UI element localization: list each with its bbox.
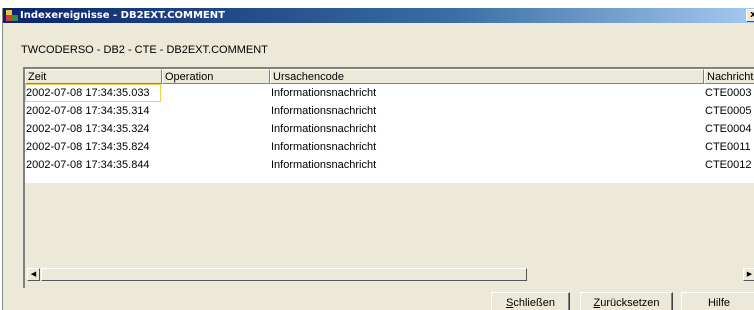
reset-button-label: urücksetzen: [600, 297, 660, 309]
close-icon[interactable]: x: [746, 9, 754, 22]
cell-nachricht: CTE0005 I: [705, 105, 754, 117]
cell-nachricht: CTE0003 I: [705, 87, 754, 99]
table-row[interactable]: 2002-07-08 17:34:35.314 Informationsnach…: [25, 102, 754, 120]
dialog-window: Indexereignisse - DB2EXT.COMMENT x TWCOD…: [2, 8, 754, 310]
cell-operation: [162, 120, 270, 138]
cell-zeit: 2002-07-08 17:34:35.314: [26, 105, 150, 117]
column-header-nachricht[interactable]: Nachricht: [704, 69, 754, 84]
help-button[interactable]: Hilfe: [681, 292, 754, 310]
table-row[interactable]: 2002-07-08 17:34:35.824 Informationsnach…: [25, 138, 754, 156]
table-header: Zeit Operation Ursachencode Nachricht: [25, 69, 754, 84]
cell-operation: [162, 138, 270, 156]
cell-operation: [162, 84, 270, 102]
column-header-operation[interactable]: Operation: [162, 69, 270, 84]
cell-zeit: 2002-07-08 17:34:35.324: [26, 123, 150, 135]
cell-ursachencode: Informationsnachricht: [271, 141, 377, 153]
arrow-right-icon[interactable]: ▶: [743, 268, 754, 281]
cell-ursachencode: Informationsnachricht: [271, 105, 377, 117]
cell-zeit: 2002-07-08 17:34:35.824: [26, 141, 150, 153]
table-row[interactable]: 2002-07-08 17:34:35.324 Informationsnach…: [25, 120, 754, 138]
table-body: 2002-07-08 17:34:35.033 Informationsnach…: [25, 84, 754, 183]
cell-nachricht: CTE0004 I: [705, 123, 754, 135]
column-header-ursachencode[interactable]: Ursachencode: [270, 69, 704, 84]
cell-ursachencode: Informationsnachricht: [271, 159, 377, 171]
object-path-label: TWCODERSO - DB2 - CTE - DB2EXT.COMMENT: [21, 44, 268, 56]
column-header-zeit[interactable]: Zeit: [25, 69, 162, 84]
cell-zeit: 2002-07-08 17:34:35.844: [26, 159, 150, 171]
window-title: Indexereignisse - DB2EXT.COMMENT: [20, 10, 225, 21]
table-row[interactable]: 2002-07-08 17:34:35.033 Informationsnach…: [25, 84, 754, 102]
cell-operation: [162, 156, 270, 174]
cell-ursachencode: Informationsnachricht: [271, 123, 377, 135]
cell-operation: [162, 102, 270, 120]
cell-nachricht: CTE0012 C: [705, 159, 754, 171]
horizontal-scrollbar[interactable]: ◀ ▶: [25, 267, 754, 282]
table-row[interactable]: 2002-07-08 17:34:35.844 Informationsnach…: [25, 156, 754, 174]
cell-zeit: 2002-07-08 17:34:35.033: [25, 84, 161, 102]
close-button-label: chließen: [513, 297, 555, 309]
events-table: Zeit Operation Ursachencode Nachricht 20…: [23, 67, 754, 288]
reset-button[interactable]: Zurücksetzen: [580, 292, 673, 310]
cell-nachricht: CTE0011 C: [705, 141, 754, 153]
arrow-left-icon[interactable]: ◀: [27, 268, 40, 281]
window-app-icon: [6, 10, 18, 21]
cell-ursachencode: Informationsnachricht: [271, 87, 377, 99]
scrollbar-thumb[interactable]: [41, 268, 527, 281]
close-button[interactable]: Schließen: [491, 292, 570, 310]
title-bar[interactable]: Indexereignisse - DB2EXT.COMMENT x: [3, 8, 754, 23]
